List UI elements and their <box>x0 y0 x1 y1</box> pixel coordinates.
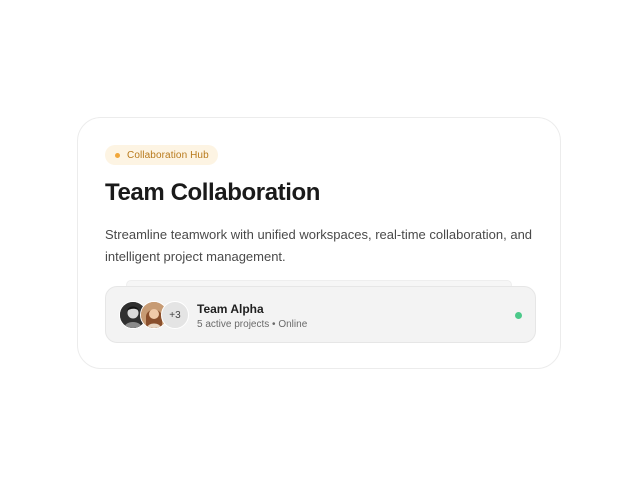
status-text: Online <box>278 319 308 330</box>
meta-separator: • <box>272 319 276 330</box>
online-status-icon <box>515 312 522 319</box>
team-alpha-row[interactable]: +3 Team Alpha 5 active projects • Online <box>105 286 536 343</box>
team-meta: 5 active projects • Online <box>197 319 307 330</box>
card-description: Streamline teamwork with unified workspa… <box>105 227 533 264</box>
collaboration-hub-badge: Collaboration Hub <box>105 145 218 165</box>
badge-dot-icon <box>115 152 120 158</box>
active-projects-text: 5 active projects <box>197 319 270 330</box>
card-title: Team Collaboration <box>105 179 321 206</box>
badge-label: Collaboration Hub <box>127 149 209 161</box>
extra-members-count[interactable]: +3 <box>161 301 189 329</box>
team-name: Team Alpha <box>197 302 264 316</box>
member-avatars: +3 <box>119 301 199 329</box>
collaboration-card: Collaboration Hub Team Collaboration Str… <box>77 117 561 369</box>
